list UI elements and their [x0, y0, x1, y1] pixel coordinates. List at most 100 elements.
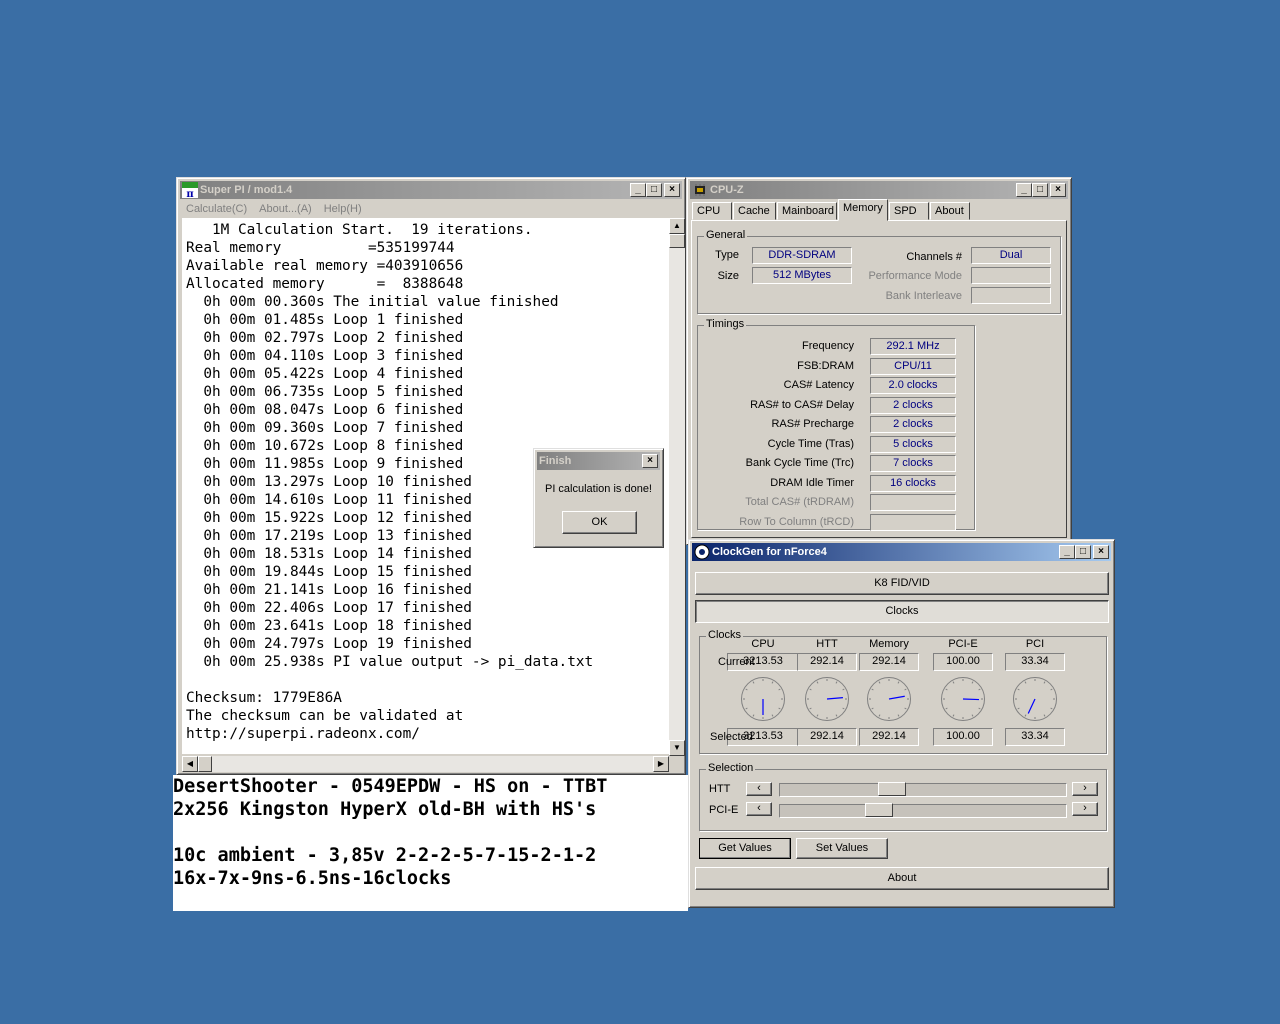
current-clock-value: 100.00 [933, 653, 993, 671]
timing-value [870, 513, 956, 531]
superpi-titlebar[interactable]: π Super PI / mod1.4 _ □ × [180, 181, 682, 199]
selection-group-title: Selection [706, 762, 756, 774]
clock-gauge-icon [805, 677, 849, 721]
timing-value [870, 494, 956, 511]
finish-titlebar[interactable]: Finish × [537, 452, 660, 470]
selected-label: Selected [710, 731, 753, 743]
htt-slider-label: HTT [709, 783, 731, 795]
clockgen-title: ClockGen for nForce4 [712, 546, 827, 558]
minimize-icon[interactable]: _ [1016, 183, 1032, 197]
pcie-decrease-icon[interactable]: ‹ [746, 802, 772, 816]
clock-gauge-icon [941, 677, 985, 721]
tab-about[interactable]: About [930, 202, 970, 220]
console-line: 0h 00m 22.406s Loop 17 finished [186, 600, 472, 616]
set-values-button[interactable]: Set Values [796, 838, 888, 859]
general-group-title: General [704, 229, 748, 241]
clock-column-header: PCI-E [948, 638, 978, 650]
minimize-icon[interactable]: _ [630, 183, 646, 197]
scroll-thumb[interactable] [669, 234, 685, 248]
console-line: 0h 00m 24.797s Loop 19 finished [186, 636, 472, 652]
scroll-left-icon[interactable]: ◀ [182, 756, 198, 772]
clock-column-header: Memory [869, 638, 909, 650]
console-line: 0h 00m 02.797s Loop 2 finished [186, 330, 464, 346]
scroll-right-icon[interactable]: ▶ [653, 756, 669, 772]
pcie-slider[interactable] [779, 803, 1067, 818]
htt-slider[interactable] [779, 782, 1067, 797]
k8-fid-vid-button[interactable]: K8 FID/VID [695, 572, 1109, 595]
vertical-scrollbar[interactable]: ▲ ▼ [669, 218, 685, 756]
htt-slider-thumb[interactable] [878, 782, 907, 796]
selection-group: Selection [699, 762, 1107, 831]
selected-clock-value: 100.00 [933, 728, 993, 746]
htt-decrease-icon[interactable]: ‹ [746, 782, 772, 796]
clocks-button[interactable]: Clocks [695, 600, 1109, 623]
notes-line: 16x-7x-9ns-6.5ns-16clocks [173, 868, 452, 889]
about-button[interactable]: About [695, 867, 1109, 890]
pcie-slider-label: PCI-E [709, 804, 739, 816]
console-line: http://superpi.radeonx.com/ [186, 726, 420, 742]
console-line: The checksum can be validated at [186, 708, 464, 724]
tab-cpu[interactable]: CPU [692, 202, 732, 220]
timing-value: 7 clocks [870, 455, 956, 472]
superpi-menubar: Calculate(C) About...(A) Help(H) [180, 200, 682, 218]
channels-value: Dual [971, 247, 1051, 264]
htt-increase-icon[interactable]: › [1072, 782, 1098, 796]
timing-label: RAS# Precharge [771, 418, 854, 430]
close-icon[interactable]: × [664, 183, 680, 197]
current-label: Current [718, 656, 755, 668]
clock-gauge-icon [741, 677, 785, 721]
cpuz-titlebar[interactable]: CPU-Z _ □ × [690, 181, 1068, 199]
minimize-icon[interactable]: _ [1059, 545, 1075, 559]
tab-mainboard[interactable]: Mainboard [777, 202, 837, 220]
console-line: 0h 00m 01.485s Loop 1 finished [186, 312, 464, 328]
tab-memory[interactable]: Memory [838, 199, 888, 221]
clock-gauge-icon [1013, 677, 1057, 721]
ok-button[interactable]: OK [562, 511, 637, 534]
tab-spd[interactable]: SPD [889, 202, 929, 220]
clockgen-titlebar[interactable]: ClockGen for nForce4 _ □ × [692, 543, 1111, 561]
size-value: 512 MBytes [752, 267, 852, 284]
console-line: Checksum: 1779E86A [186, 690, 342, 706]
console-line: 0h 00m 21.141s Loop 16 finished [186, 582, 472, 598]
clockgen-window: ClockGen for nForce4 _ □ × K8 FID/VID Cl… [688, 539, 1115, 908]
menu-calculate[interactable]: Calculate(C) [180, 200, 253, 218]
close-icon[interactable]: × [642, 454, 658, 468]
maximize-icon[interactable]: □ [646, 183, 662, 197]
tab-cache[interactable]: Cache [733, 202, 776, 220]
superpi-title: Super PI / mod1.4 [200, 184, 293, 196]
timing-label: Bank Cycle Time (Trc) [745, 457, 854, 469]
pcie-increase-icon[interactable]: › [1072, 802, 1098, 816]
current-clock-value: 33.34 [1005, 653, 1065, 671]
bank-interleave-value [971, 287, 1051, 304]
size-label: Size [717, 270, 739, 282]
performance-mode-value [971, 267, 1051, 284]
menu-about[interactable]: About...(A) [253, 200, 318, 218]
horizontal-scrollbar[interactable]: ◀ ▶ [182, 756, 669, 772]
console-line: Allocated memory = 8388648 [186, 276, 464, 292]
maximize-icon[interactable]: □ [1032, 183, 1048, 197]
timing-value: 2 clocks [870, 416, 956, 433]
notes-line: 2x256 Kingston HyperX old-BH with HS's [173, 799, 597, 820]
timing-label: Cycle Time (Tras) [767, 437, 854, 450]
scroll-hthumb[interactable] [198, 756, 212, 772]
timing-value: 16 clocks [870, 474, 956, 492]
channels-label: Channels # [906, 251, 962, 263]
scroll-down-icon[interactable]: ▼ [669, 740, 685, 756]
current-clock-value: 292.14 [797, 653, 857, 671]
clockgen-gear-icon [694, 544, 710, 560]
cpuz-title: CPU-Z [710, 184, 744, 196]
close-icon[interactable]: × [1050, 183, 1066, 197]
notes-line: DesertShooter - 0549EPDW - HS on - TTBT [173, 776, 608, 797]
close-icon[interactable]: × [1093, 545, 1109, 559]
timing-value: CPU/11 [870, 357, 956, 375]
console-line: 1M Calculation Start. 19 iterations. [186, 222, 533, 238]
maximize-icon[interactable]: □ [1075, 545, 1091, 559]
console-line: Real memory =535199744 [186, 240, 455, 256]
clock-gauge-icon [867, 677, 911, 721]
menu-help[interactable]: Help(H) [318, 200, 368, 218]
scroll-up-icon[interactable]: ▲ [669, 218, 685, 234]
console-line: 0h 00m 05.422s Loop 4 finished [186, 366, 464, 382]
timing-label: FSB:DRAM [797, 359, 854, 372]
pcie-slider-thumb[interactable] [865, 803, 894, 817]
get-values-button[interactable]: Get Values [699, 838, 791, 859]
